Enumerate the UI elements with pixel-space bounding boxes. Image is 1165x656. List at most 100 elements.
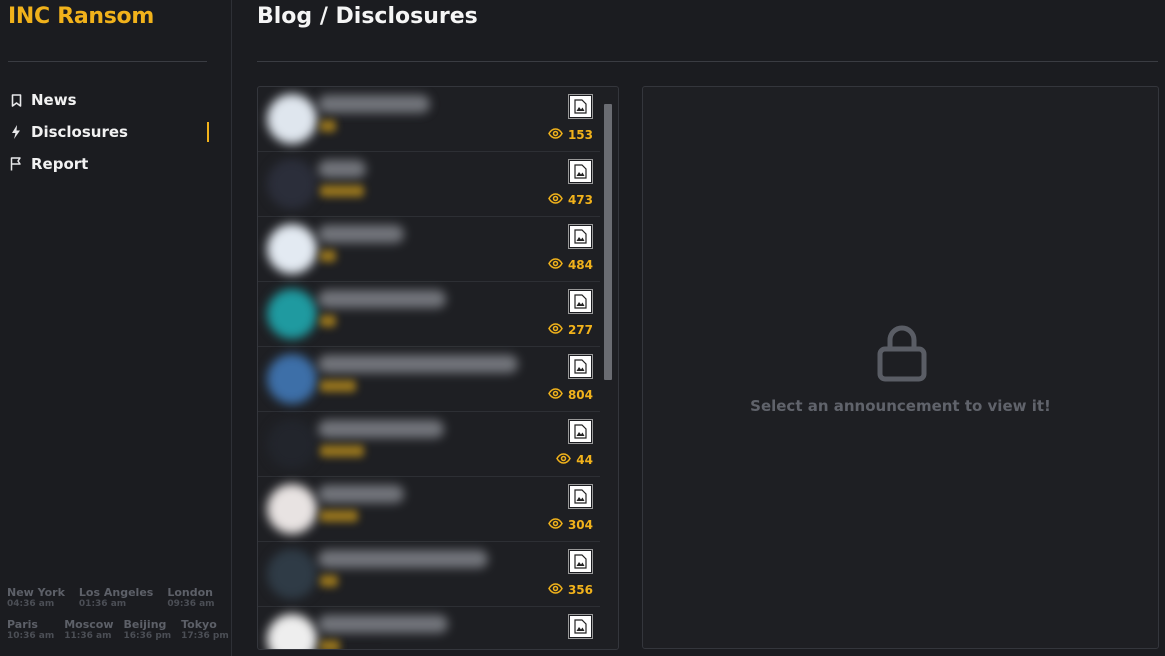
- sidebar-item-label: Report: [31, 155, 89, 173]
- list-item[interactable]: 277: [258, 282, 600, 347]
- eye-icon: [556, 453, 572, 467]
- disclosure-list[interactable]: 153 473 484 277 804 44 304 356: [257, 86, 619, 650]
- clock-city: Tokyo: [181, 618, 217, 631]
- blurred-tag: [320, 575, 338, 587]
- view-count-value: 484: [567, 258, 593, 272]
- blurred-title: [318, 160, 366, 178]
- file-icon[interactable]: [568, 614, 593, 639]
- eye-icon: [548, 583, 563, 597]
- announcement-viewer: Select an announcement to view it!: [642, 86, 1159, 649]
- file-icon[interactable]: [568, 484, 593, 509]
- sidebar-item-label: Disclosures: [31, 123, 128, 141]
- view-count-value: 804: [567, 388, 593, 402]
- page-title: Blog / Disclosures: [257, 4, 478, 29]
- sidebar-item-news[interactable]: News: [0, 84, 231, 116]
- file-icon[interactable]: [568, 159, 593, 184]
- clock: Paris 10:36 am: [7, 618, 54, 642]
- list-item[interactable]: 304: [258, 477, 600, 542]
- view-count: 473: [548, 193, 593, 207]
- avatar: [267, 549, 317, 599]
- clock-city: London: [167, 586, 213, 599]
- clock-city: Beijing: [123, 618, 167, 631]
- avatar: [267, 354, 317, 404]
- avatar: [267, 419, 317, 469]
- brand-logo[interactable]: INC Ransom: [8, 4, 154, 29]
- eye-icon: [548, 323, 563, 337]
- file-icon[interactable]: [568, 224, 593, 249]
- view-count: 44: [556, 453, 593, 467]
- lock-icon: [876, 323, 928, 383]
- avatar: [267, 224, 317, 274]
- blurred-title: [318, 290, 446, 308]
- list-item[interactable]: [258, 607, 600, 649]
- clock: New York 04:36 am: [7, 586, 65, 610]
- blurred-title: [318, 355, 518, 373]
- eye-icon: [548, 193, 563, 207]
- blurred-tag: [320, 380, 356, 392]
- sidebar: INC Ransom News Disclosures Report New Y…: [0, 0, 232, 656]
- blurred-title: [318, 485, 404, 503]
- blurred-tag: [320, 445, 364, 457]
- clock-time: 09:36 am: [167, 599, 215, 609]
- file-icon[interactable]: [568, 94, 593, 119]
- clock: Beijing 16:36 pm: [124, 618, 172, 642]
- view-count: 304: [548, 518, 593, 532]
- empty-state-message: Select an announcement to view it!: [750, 397, 1051, 415]
- sidebar-item-disclosures[interactable]: Disclosures: [0, 116, 231, 148]
- file-icon[interactable]: [568, 419, 593, 444]
- list-item[interactable]: 356: [258, 542, 600, 607]
- header-divider: [257, 61, 1158, 62]
- view-count-value: 473: [567, 193, 593, 207]
- clock-time: 17:36 pm: [181, 631, 229, 641]
- blurred-tag: [320, 250, 336, 262]
- list-item[interactable]: 473: [258, 152, 600, 217]
- avatar: [267, 289, 317, 339]
- view-count: 153: [548, 128, 593, 142]
- sidebar-item-label: News: [31, 91, 77, 109]
- clock-time: 11:36 am: [64, 631, 112, 641]
- view-count: 277: [548, 323, 593, 337]
- view-count: 484: [548, 258, 593, 272]
- avatar: [267, 484, 317, 534]
- eye-icon: [548, 258, 563, 272]
- list-item[interactable]: 484: [258, 217, 600, 282]
- sidebar-divider: [8, 61, 207, 62]
- clock-time: 10:36 am: [7, 631, 55, 641]
- list-item[interactable]: 804: [258, 347, 600, 412]
- list-item[interactable]: 44: [258, 412, 600, 477]
- view-count-value: 304: [567, 518, 593, 532]
- world-clocks: New York 04:36 am Los Angeles 01:36 am L…: [7, 586, 229, 650]
- eye-icon: [548, 388, 563, 402]
- clock: Los Angeles 01:36 am: [79, 586, 153, 610]
- clock-time: 01:36 am: [78, 599, 127, 609]
- file-icon[interactable]: [568, 289, 593, 314]
- view-count-value: 277: [567, 323, 593, 337]
- view-count-value: 153: [567, 128, 593, 142]
- view-count-value: 356: [567, 583, 593, 597]
- sidebar-nav: News Disclosures Report: [0, 84, 231, 180]
- list-item[interactable]: 153: [258, 87, 600, 152]
- clock-city: Moscow: [64, 618, 114, 631]
- avatar: [267, 159, 317, 209]
- clock-row: New York 04:36 am Los Angeles 01:36 am L…: [7, 586, 222, 610]
- file-icon[interactable]: [568, 354, 593, 379]
- blurred-title: [318, 550, 488, 568]
- list-scrollbar[interactable]: [604, 104, 612, 380]
- bolt-icon: [9, 124, 23, 140]
- file-icon[interactable]: [568, 549, 593, 574]
- eye-icon: [548, 518, 563, 532]
- clock: London 09:36 am: [167, 586, 214, 610]
- clock: Tokyo 17:36 pm: [181, 618, 229, 642]
- avatar: [267, 614, 317, 649]
- blurred-tag: [320, 510, 358, 522]
- sidebar-item-report[interactable]: Report: [0, 148, 231, 180]
- clock-row: Paris 10:36 am Moscow 11:36 am Beijing 1…: [7, 618, 229, 642]
- clock-city: New York: [7, 586, 65, 599]
- blurred-title: [318, 95, 430, 113]
- view-count: 356: [548, 583, 593, 597]
- blurred-title: [318, 615, 448, 633]
- clock-city: Paris: [7, 618, 38, 631]
- eye-icon: [548, 128, 563, 142]
- blurred-tag: [320, 120, 336, 132]
- clock: Moscow 11:36 am: [64, 618, 113, 642]
